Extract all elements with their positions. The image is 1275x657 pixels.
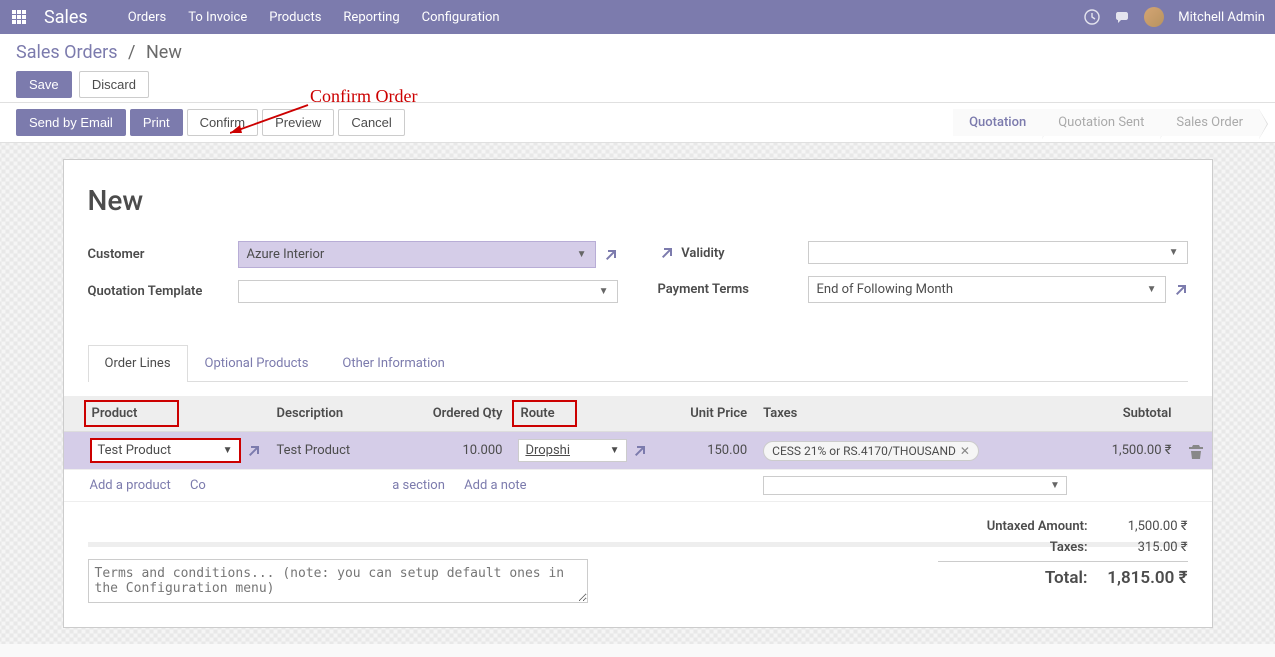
qty-cell[interactable]: 10.000 [392,432,510,470]
app-title[interactable]: Sales [44,7,88,28]
chat-icon[interactable] [1114,9,1130,25]
add-row: Add a product Co a section Add a note ▼ [64,470,1212,502]
tab-optional-products[interactable]: Optional Products [188,345,326,381]
chevron-down-icon: ▼ [610,445,620,456]
taxes-label: Taxes: [938,540,1088,555]
table-row: Test Product ▼ Test Product 10.000 Drops… [64,432,1212,470]
col-unit-price: Unit Price [655,396,756,432]
menu-orders[interactable]: Orders [128,10,167,25]
add-section-link[interactable]: Co [190,478,206,493]
col-route: Route [510,396,654,432]
annotation-text: Confirm Order [310,86,417,107]
label-payment-terms: Payment Terms [658,282,808,297]
terms-textarea[interactable] [88,559,588,603]
cancel-button[interactable]: Cancel [338,109,404,136]
col-product: Product [82,396,269,432]
chevron-down-icon: ▼ [1147,284,1157,295]
chevron-down-icon: ▼ [1050,480,1060,491]
totals: Untaxed Amount:1,500.00 ₹ Taxes:315.00 ₹… [938,519,1188,603]
tax-tag: CESS 21% or RS.4170/THOUSAND ✕ [763,441,979,461]
description-cell[interactable]: Test Product [269,432,393,470]
external-link-icon[interactable] [602,245,618,263]
external-link-icon[interactable] [1172,280,1188,298]
col-subtotal: Subtotal [1075,396,1180,432]
tab-order-lines[interactable]: Order Lines [88,345,188,382]
col-description: Description [269,396,393,432]
menu-to-invoice[interactable]: To Invoice [188,10,247,25]
menu-products[interactable]: Products [269,10,321,25]
customer-field[interactable]: Azure Interior ▼ [238,241,596,268]
tab-other-information[interactable]: Other Information [325,345,461,381]
external-link-icon[interactable] [631,441,647,459]
apps-icon[interactable] [10,8,28,26]
confirm-button[interactable]: Confirm [187,109,259,136]
label-customer: Customer [88,247,238,262]
payment-terms-field[interactable]: End of Following Month ▼ [808,276,1166,303]
untaxed-amount-label: Untaxed Amount: [938,519,1088,534]
status-quotation[interactable]: Quotation [953,109,1042,136]
chevron-down-icon: ▼ [599,286,609,297]
validity-field[interactable]: ▼ [808,241,1188,264]
status-bar: Quotation Quotation Sent Sales Order [953,109,1259,136]
unit-price-cell[interactable]: 150.00 [655,432,756,470]
total-label: Total: [938,568,1088,588]
col-ordered-qty: Ordered Qty [392,396,510,432]
external-link-icon[interactable] [658,243,678,261]
breadcrumb-root[interactable]: Sales Orders [16,42,118,63]
add-note-link[interactable]: Add a note [464,478,526,493]
trash-icon[interactable] [1188,443,1204,458]
breadcrumb-current: New [146,42,182,63]
taxes-dropdown[interactable]: ▼ [763,476,1067,495]
chevron-down-icon: ▼ [1169,247,1179,258]
breadcrumb: Sales Orders / New [16,42,1259,63]
taxes-cell[interactable]: CESS 21% or RS.4170/THOUSAND ✕ [755,432,1075,470]
avatar[interactable] [1144,7,1164,27]
untaxed-amount-value: 1,500.00 ₹ [1088,519,1188,534]
add-product-link[interactable]: Add a product [90,478,171,493]
add-section-link-suffix[interactable]: a section [392,478,445,493]
quotation-template-field[interactable]: ▼ [238,280,618,303]
discard-button[interactable]: Discard [79,71,149,98]
status-sales-order[interactable]: Sales Order [1160,109,1259,136]
order-lines-table: Product Description Ordered Qty Route Un… [64,396,1212,502]
menu-reporting[interactable]: Reporting [343,10,399,25]
top-menu: Orders To Invoice Products Reporting Con… [128,10,500,25]
subtotal-cell: 1,500.00 ₹ [1075,432,1180,470]
action-bar: Send by Email Print Confirm Preview Canc… [0,103,1275,143]
col-taxes: Taxes [755,396,1075,432]
product-cell[interactable]: Test Product ▼ [90,438,241,463]
status-quotation-sent[interactable]: Quotation Sent [1042,109,1160,136]
control-panel: Sales Orders / New Save Discard [0,34,1275,103]
save-button[interactable]: Save [16,71,72,98]
route-cell[interactable]: Dropshi ▼ [518,439,626,462]
chevron-down-icon: ▼ [577,249,587,260]
label-validity: Validity [658,243,808,261]
user-name[interactable]: Mitchell Admin [1178,10,1265,25]
label-quotation-template: Quotation Template [88,284,238,299]
tabs: Order Lines Optional Products Other Info… [88,345,1188,382]
send-by-email-button[interactable]: Send by Email [16,109,126,136]
remove-tag-icon[interactable]: ✕ [960,444,970,458]
print-button[interactable]: Print [130,109,183,136]
page-title: New [88,184,1188,217]
total-value: 1,815.00 ₹ [1088,568,1188,588]
preview-button[interactable]: Preview [262,109,334,136]
clock-icon[interactable] [1084,9,1100,25]
chevron-down-icon: ▼ [223,445,233,456]
form-sheet: New Customer Azure Interior ▼ [63,159,1213,628]
menu-configuration[interactable]: Configuration [422,10,500,25]
top-navbar: Sales Orders To Invoice Products Reporti… [0,0,1275,34]
taxes-value: 315.00 ₹ [1088,540,1188,555]
external-link-icon[interactable] [245,441,261,459]
